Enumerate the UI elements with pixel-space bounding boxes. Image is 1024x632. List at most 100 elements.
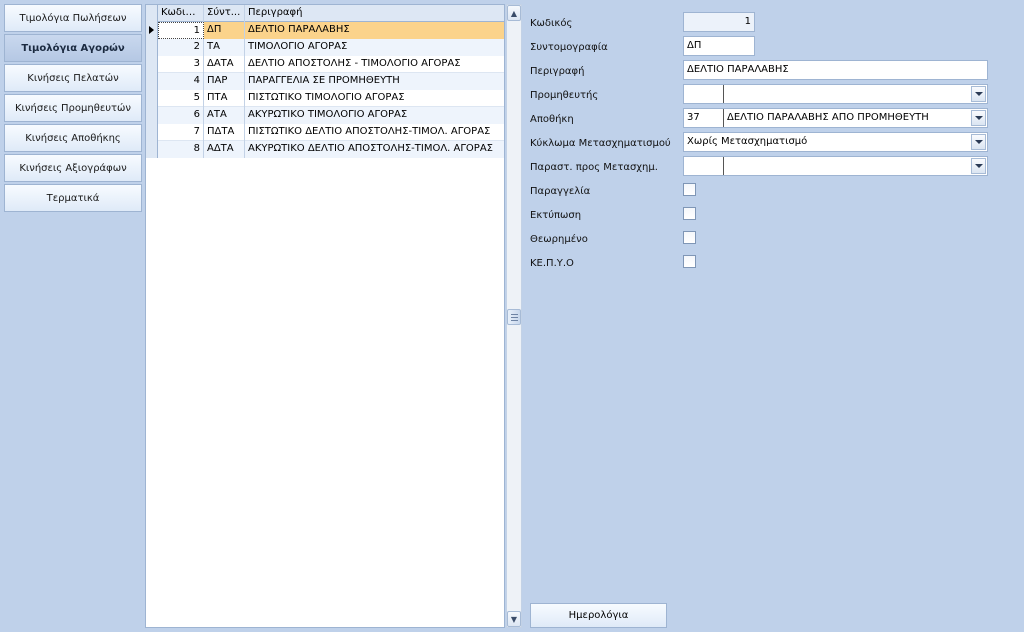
code-field[interactable]: 1: [683, 12, 755, 32]
transformation-cycle-label: Κύκλωμα Μετασχηματισμού: [530, 138, 671, 149]
journals-button[interactable]: Ημερολόγια: [530, 603, 667, 628]
transformation-cycle-select[interactable]: Χωρίς Μετασχηματισμό: [683, 132, 988, 152]
row-indicator: [146, 22, 158, 39]
column-header-code[interactable]: Κωδικός: [158, 5, 204, 22]
nav-securities-transactions[interactable]: Κινήσεις Αξιογράφων: [4, 154, 142, 182]
grid-vertical-scrollbar[interactable]: ▲ ▼: [506, 4, 522, 628]
print-checkbox[interactable]: [683, 207, 696, 220]
cell-code[interactable]: 2: [158, 39, 204, 56]
nav-sales-invoices[interactable]: Τιμολόγια Πωλήσεων: [4, 4, 142, 32]
cell-description[interactable]: ΠΙΣΤΩΤΙΚΟ ΤΙΜΟΛΟΓΙΟ ΑΓΟΡΑΣ: [245, 90, 504, 107]
warehouse-name-field[interactable]: ΔΕΛΤΙΟ ΠΑΡΑΛΑΒΗΣ ΑΠΟ ΠΡΟΜΗΘΕΥΤΗ: [724, 109, 970, 127]
nav-customer-transactions[interactable]: Κινήσεις Πελατών: [4, 64, 142, 92]
scroll-down-button[interactable]: ▼: [507, 611, 521, 627]
navigation-panel: Τιμολόγια Πωλήσεων Τιμολόγια Αγορών Κινή…: [4, 4, 142, 214]
cell-abbreviation[interactable]: ΔΑΤΑ: [204, 56, 245, 73]
cell-code[interactable]: 8: [158, 141, 204, 158]
chevron-down-icon: [974, 116, 983, 120]
order-checkbox[interactable]: [683, 183, 696, 196]
supplier-code-field[interactable]: [684, 85, 724, 103]
supplier-label: Προμηθευτής: [530, 90, 599, 101]
transform-document-code-field[interactable]: [684, 157, 724, 175]
cell-description[interactable]: ΔΕΛΤΙΟ ΑΠΟΣΤΟΛΗΣ - ΤΙΜΟΛΟΓΙΟ ΑΓΟΡΑΣ: [245, 56, 504, 73]
table-row[interactable]: 7 ΠΔΤΑ ΠΙΣΤΩΤΙΚΟ ΔΕΛΤΙΟ ΑΠΟΣΤΟΛΗΣ-ΤΙΜΟΛ.…: [146, 124, 504, 141]
cell-abbreviation[interactable]: ΑΤΑ: [204, 107, 245, 124]
chevron-down-icon: ▼: [510, 614, 518, 624]
nav-terminals[interactable]: Τερματικά: [4, 184, 142, 212]
grid-header: Κωδικός Σύντ... Περιγραφή: [146, 5, 504, 22]
scroll-thumb[interactable]: [507, 309, 521, 325]
approved-label: Θεωρημένο: [530, 234, 588, 245]
cell-description[interactable]: ΠΙΣΤΩΤΙΚΟ ΔΕΛΤΙΟ ΑΠΟΣΤΟΛΗΣ-ΤΙΜΟΛ. ΑΓΟΡΑΣ: [245, 124, 504, 141]
cell-description[interactable]: ΤΙΜΟΛΟΓΙΟ ΑΓΟΡΑΣ: [245, 39, 504, 56]
cell-abbreviation[interactable]: ΔΠ: [204, 22, 245, 39]
cell-abbreviation[interactable]: ΑΔΤΑ: [204, 141, 245, 158]
row-indicator: [146, 124, 158, 141]
table-row[interactable]: 6 ΑΤΑ ΑΚΥΡΩΤΙΚΟ ΤΙΜΟΛΟΓΙΟ ΑΓΟΡΑΣ: [146, 107, 504, 124]
table-row[interactable]: 3 ΔΑΤΑ ΔΕΛΤΙΟ ΑΠΟΣΤΟΛΗΣ - ΤΙΜΟΛΟΓΙΟ ΑΓΟΡ…: [146, 56, 504, 73]
cell-code[interactable]: 1: [158, 22, 204, 39]
kepyo-label: ΚΕ.Π.Υ.Ο: [530, 258, 574, 269]
chevron-down-icon: [974, 164, 983, 168]
column-header-description[interactable]: Περιγραφή: [245, 5, 504, 22]
description-field[interactable]: ΔΕΛΤΙΟ ΠΑΡΑΛΑΒΗΣ: [683, 60, 988, 80]
nav-warehouse-transactions[interactable]: Κινήσεις Αποθήκης: [4, 124, 142, 152]
warehouse-code-field[interactable]: 37: [684, 109, 724, 127]
approved-checkbox[interactable]: [683, 231, 696, 244]
grid-body: 1 ΔΠ ΔΕΛΤΙΟ ΠΑΡΑΛΑΒΗΣ 2 ΤΑ ΤΙΜΟΛΟΓΙΟ ΑΓΟ…: [146, 22, 504, 158]
document-types-grid: Κωδικός Σύντ... Περιγραφή 1 ΔΠ ΔΕΛΤΙΟ ΠΑ…: [145, 4, 505, 628]
supplier-name-field[interactable]: [724, 85, 970, 103]
cell-abbreviation[interactable]: ΤΑ: [204, 39, 245, 56]
table-row[interactable]: 1 ΔΠ ΔΕΛΤΙΟ ΠΑΡΑΛΑΒΗΣ: [146, 22, 504, 39]
abbreviation-field[interactable]: ΔΠ: [683, 36, 755, 56]
order-label: Παραγγελία: [530, 186, 591, 197]
cell-abbreviation[interactable]: ΠΤΑ: [204, 90, 245, 107]
transform-document-combo[interactable]: [683, 156, 988, 176]
table-row[interactable]: 2 ΤΑ ΤΙΜΟΛΟΓΙΟ ΑΓΟΡΑΣ: [146, 39, 504, 56]
abbreviation-label: Συντομογραφία: [530, 42, 608, 53]
row-indicator: [146, 73, 158, 90]
cell-code[interactable]: 7: [158, 124, 204, 141]
nav-purchase-invoices[interactable]: Τιμολόγια Αγορών: [4, 34, 142, 62]
supplier-combo[interactable]: [683, 84, 988, 104]
cell-description[interactable]: ΠΑΡΑΓΓΕΛΙΑ ΣΕ ΠΡΟΜΗΘΕΥΤΗ: [245, 73, 504, 90]
column-header-abbreviation[interactable]: Σύντ...: [204, 5, 245, 22]
transform-document-name-field[interactable]: [724, 157, 970, 175]
row-indicator: [146, 107, 158, 124]
header-indicator: [146, 5, 158, 22]
cell-code[interactable]: 6: [158, 107, 204, 124]
cell-abbreviation[interactable]: ΠΔΤΑ: [204, 124, 245, 141]
transform-document-dropdown-button[interactable]: [971, 158, 986, 174]
cell-abbreviation[interactable]: ΠΑΡ: [204, 73, 245, 90]
table-row[interactable]: 5 ΠΤΑ ΠΙΣΤΩΤΙΚΟ ΤΙΜΟΛΟΓΙΟ ΑΓΟΡΑΣ: [146, 90, 504, 107]
table-row[interactable]: 4 ΠΑΡ ΠΑΡΑΓΓΕΛΙΑ ΣΕ ΠΡΟΜΗΘΕΥΤΗ: [146, 73, 504, 90]
transform-document-label: Παραστ. προς Μετασχημ.: [530, 162, 658, 173]
transformation-cycle-value: Χωρίς Μετασχηματισμό: [687, 136, 808, 147]
row-indicator: [146, 56, 158, 73]
print-label: Εκτύπωση: [530, 210, 582, 221]
table-row[interactable]: 8 ΑΔΤΑ ΑΚΥΡΩΤΙΚΟ ΔΕΛΤΙΟ ΑΠΟΣΤΟΛΗΣ-ΤΙΜΟΛ.…: [146, 141, 504, 158]
description-label: Περιγραφή: [530, 66, 585, 77]
cell-description[interactable]: ΔΕΛΤΙΟ ΠΑΡΑΛΑΒΗΣ: [245, 22, 504, 39]
transformation-cycle-dropdown-button[interactable]: [971, 134, 986, 150]
chevron-down-icon: [974, 140, 983, 144]
scroll-up-button[interactable]: ▲: [507, 5, 521, 21]
chevron-down-icon: [974, 92, 983, 96]
chevron-up-icon: ▲: [510, 8, 518, 18]
row-indicator: [146, 39, 158, 56]
kepyo-checkbox[interactable]: [683, 255, 696, 268]
nav-supplier-transactions[interactable]: Κινήσεις Προμηθευτών: [4, 94, 142, 122]
warehouse-combo[interactable]: 37 ΔΕΛΤΙΟ ΠΑΡΑΛΑΒΗΣ ΑΠΟ ΠΡΟΜΗΘΕΥΤΗ: [683, 108, 988, 128]
current-row-arrow-icon: [149, 26, 154, 34]
warehouse-dropdown-button[interactable]: [971, 110, 986, 126]
supplier-dropdown-button[interactable]: [971, 86, 986, 102]
cell-code[interactable]: 4: [158, 73, 204, 90]
warehouse-label: Αποθήκη: [530, 114, 574, 125]
cell-description[interactable]: ΑΚΥΡΩΤΙΚΟ ΤΙΜΟΛΟΓΙΟ ΑΓΟΡΑΣ: [245, 107, 504, 124]
row-indicator: [146, 141, 158, 158]
cell-code[interactable]: 3: [158, 56, 204, 73]
cell-description[interactable]: ΑΚΥΡΩΤΙΚΟ ΔΕΛΤΙΟ ΑΠΟΣΤΟΛΗΣ-ΤΙΜΟΛ. ΑΓΟΡΑΣ: [245, 141, 504, 158]
cell-code[interactable]: 5: [158, 90, 204, 107]
row-indicator: [146, 90, 158, 107]
code-label: Κωδικός: [530, 18, 573, 29]
